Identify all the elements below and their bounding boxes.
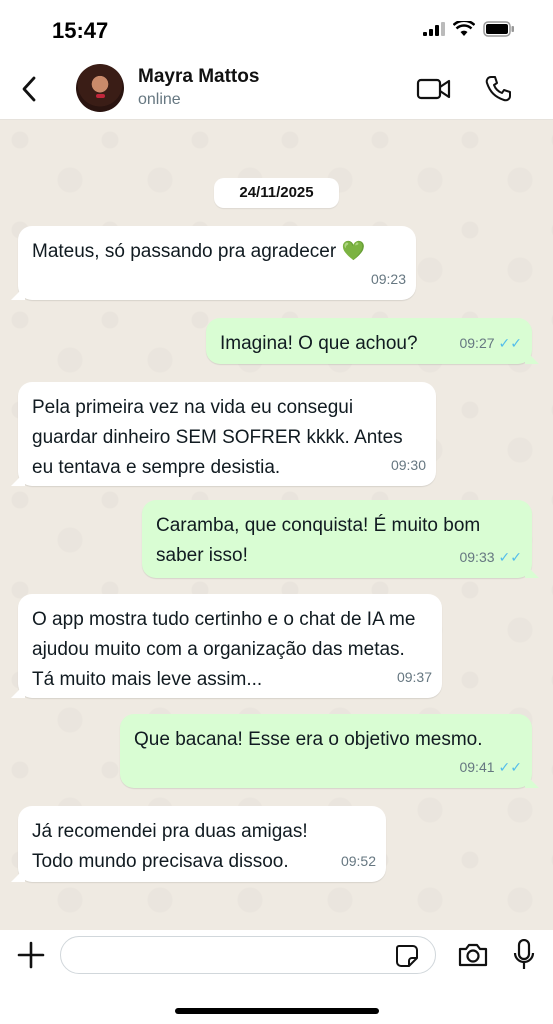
- camera-icon: [458, 943, 488, 967]
- message-outgoing[interactable]: Caramba, que conquista! É muito bom sabe…: [142, 500, 532, 578]
- video-camera-icon: [416, 78, 451, 100]
- message-text: Já recomendei pra duas amigas! Todo mund…: [32, 821, 308, 872]
- video-call-button[interactable]: [416, 72, 452, 106]
- message-time: 09:23: [370, 271, 406, 287]
- message-input[interactable]: [60, 936, 436, 974]
- avatar[interactable]: [76, 64, 124, 112]
- contact-status: online: [138, 91, 181, 108]
- message-time: 09:27: [459, 335, 495, 351]
- chat-header: Mayra Mattos online: [0, 58, 553, 120]
- read-ticks-icon: ✓✓: [498, 549, 522, 565]
- message-time: 09:52: [340, 853, 376, 869]
- signal-icon: [423, 22, 445, 36]
- message-time: 09:41: [459, 759, 495, 775]
- read-ticks-icon: ✓✓: [498, 335, 522, 351]
- message-text: O app mostra tudo certinho e o chat de I…: [32, 609, 416, 690]
- message-text: Que bacana! Esse era o objetivo mesmo.: [134, 729, 483, 750]
- message-text: Pela primeira vez na vida eu consegui gu…: [32, 397, 403, 478]
- message-text: Mateus, só passando pra agradecer 💚: [32, 241, 366, 262]
- status-bar: 15:47: [0, 0, 553, 58]
- phone-icon: [485, 76, 511, 102]
- read-ticks-icon: ✓✓: [498, 759, 522, 775]
- sticker-button[interactable]: [393, 942, 421, 970]
- message-incoming[interactable]: O app mostra tudo certinho e o chat de I…: [18, 594, 442, 698]
- message-time: 09:37: [396, 669, 432, 685]
- contact-name[interactable]: Mayra Mattos: [138, 66, 259, 88]
- back-button[interactable]: [16, 74, 42, 104]
- message-incoming[interactable]: Mateus, só passando pra agradecer 💚 09:2…: [18, 226, 416, 300]
- input-bar: [0, 930, 553, 1024]
- status-time: 15:47: [52, 18, 109, 43]
- wifi-icon: [453, 21, 475, 36]
- sticker-icon: [396, 945, 418, 967]
- chat-area[interactable]: 24/11/2025 Mateus, só passando pra agrad…: [0, 120, 553, 930]
- camera-button[interactable]: [455, 938, 491, 972]
- plus-icon: [17, 941, 45, 969]
- status-icons: [423, 21, 515, 37]
- chevron-left-icon: [22, 76, 36, 102]
- attach-button[interactable]: [14, 938, 48, 972]
- home-indicator: [175, 1008, 379, 1014]
- date-separator: 24/11/2025: [214, 178, 339, 208]
- message-time: 09:33: [459, 549, 495, 565]
- microphone-button[interactable]: [508, 936, 540, 974]
- battery-icon: [483, 21, 514, 37]
- message-outgoing[interactable]: Que bacana! Esse era o objetivo mesmo. 0…: [120, 714, 532, 788]
- message-incoming[interactable]: Pela primeira vez na vida eu consegui gu…: [18, 382, 436, 486]
- message-text: Caramba, que conquista! É muito bom sabe…: [156, 515, 481, 566]
- message-incoming[interactable]: Já recomendei pra duas amigas! Todo mund…: [18, 806, 386, 882]
- voice-call-button[interactable]: [480, 72, 516, 106]
- microphone-icon: [513, 939, 535, 969]
- message-text: Imagina! O que achou?: [220, 333, 418, 354]
- message-outgoing[interactable]: Imagina! O que achou? 09:27 ✓✓: [206, 318, 532, 364]
- message-time: 09:30: [390, 457, 426, 473]
